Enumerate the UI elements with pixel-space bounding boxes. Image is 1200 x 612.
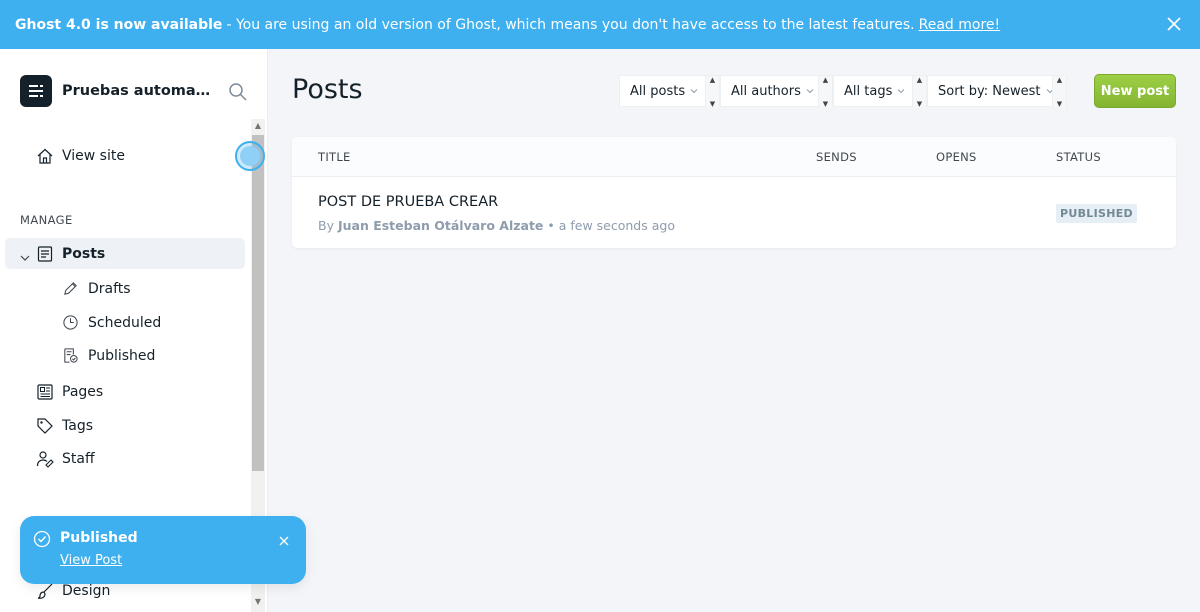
staff-icon (36, 451, 54, 468)
column-sends: SENDS (816, 150, 857, 164)
nav-scheduled[interactable]: Scheduled (62, 314, 161, 331)
nav-view-site-label: View site (62, 148, 125, 164)
stepper-icon: ▲ ▼ (912, 76, 926, 108)
published-icon (64, 348, 78, 363)
posts-icon (37, 246, 53, 262)
banner-message: - You are using an old version of Ghost,… (226, 16, 915, 33)
nav-drafts[interactable]: Drafts (62, 280, 131, 297)
nav-pages[interactable]: Pages (36, 383, 103, 401)
nav-posts-link[interactable]: Posts (36, 245, 105, 263)
nav-design[interactable]: Design (36, 582, 110, 600)
filter-post-type[interactable]: All posts ▲ ▼ (619, 75, 720, 108)
published-notification: Published View Post (20, 516, 306, 584)
banner-headline: Ghost 4.0 is now available (15, 16, 223, 33)
nav-staff[interactable]: Staff (36, 450, 95, 468)
nav-pages-label: Pages (62, 384, 104, 400)
post-by-label: By (318, 218, 334, 233)
notification-title: Published (60, 530, 138, 546)
nav-posts-label: Posts (62, 246, 106, 262)
update-banner: Ghost 4.0 is now available - You are usi… (0, 0, 1200, 49)
column-status: STATUS (1056, 150, 1101, 164)
nav-view-site[interactable]: View site (36, 147, 125, 165)
status-badge: PUBLISHED (1056, 204, 1137, 223)
site-title: Pruebas automatizadas (62, 83, 217, 99)
filter-tag-value: All tags (844, 83, 893, 99)
home-icon (37, 148, 53, 164)
close-icon[interactable] (1164, 14, 1184, 34)
post-filters: All posts ▲ ▼ All authors ▲ ▼ All tags ▲ ▼ … (619, 75, 1067, 108)
nav-tags[interactable]: Tags (36, 417, 93, 435)
view-post-link[interactable]: View Post (60, 553, 122, 568)
posts-table: TITLE SENDS OPENS STATUS POST DE PRUEBA … (292, 137, 1176, 248)
nav-drafts-label: Drafts (88, 280, 131, 297)
table-header: TITLE SENDS OPENS STATUS (292, 137, 1176, 177)
post-author: Juan Esteban Otálvaro Alzate (337, 218, 544, 233)
check-circle-icon (33, 530, 51, 548)
chevron-down-icon (690, 89, 698, 94)
nav-staff-label: Staff (62, 451, 95, 467)
nav-tags-label: Tags (62, 418, 93, 434)
site-brand[interactable]: Pruebas automatizadas (20, 75, 217, 107)
banner-read-more-link[interactable]: Read more! (919, 17, 1001, 33)
onboarding-pulse-indicator[interactable] (235, 141, 265, 171)
manage-section-label: MANAGE (20, 213, 73, 227)
chevron-down-icon (806, 89, 814, 94)
pencil-icon (64, 282, 77, 295)
post-meta: By Juan Esteban Otálvaro Alzate • a few … (318, 218, 675, 233)
pages-icon (37, 384, 53, 400)
clock-icon (63, 315, 78, 330)
close-icon[interactable] (278, 532, 290, 546)
scroll-up-icon[interactable]: ▲ (253, 121, 263, 131)
scroll-down-icon[interactable]: ▼ (253, 597, 263, 607)
chevron-down-icon (897, 89, 905, 94)
brush-icon (37, 583, 53, 599)
stepper-icon: ▲ ▼ (705, 76, 719, 108)
filter-author-value: All authors (731, 83, 801, 99)
filter-author[interactable]: All authors ▲ ▼ (720, 75, 833, 108)
stepper-icon: ▲ ▼ (1052, 76, 1066, 108)
sort-order-value: Sort by: Newest (938, 83, 1041, 99)
post-title[interactable]: POST DE PRUEBA CREAR (318, 194, 498, 210)
site-logo-icon (20, 75, 52, 107)
stepper-icon: ▲ ▼ (818, 76, 832, 108)
nav-scheduled-label: Scheduled (88, 314, 162, 331)
nav-published-label: Published (88, 347, 156, 364)
table-row[interactable]: POST DE PRUEBA CREAR By Juan Esteban Otá… (292, 178, 1176, 248)
chevron-down-icon[interactable] (20, 248, 30, 261)
search-icon[interactable] (228, 82, 248, 102)
nav-published[interactable]: Published (62, 347, 155, 364)
column-title: TITLE (318, 150, 351, 164)
post-time: • a few seconds ago (547, 218, 675, 233)
page-title: Posts (292, 74, 363, 105)
new-post-button[interactable]: New post (1094, 74, 1176, 108)
tag-icon (37, 418, 53, 434)
nav-design-label: Design (62, 583, 111, 599)
sort-order[interactable]: Sort by: Newest ▲ ▼ (927, 75, 1067, 108)
column-opens: OPENS (936, 150, 977, 164)
sidebar-scrollbar-thumb[interactable] (252, 135, 264, 471)
filter-tag[interactable]: All tags ▲ ▼ (833, 75, 927, 108)
filter-post-type-value: All posts (630, 83, 686, 99)
